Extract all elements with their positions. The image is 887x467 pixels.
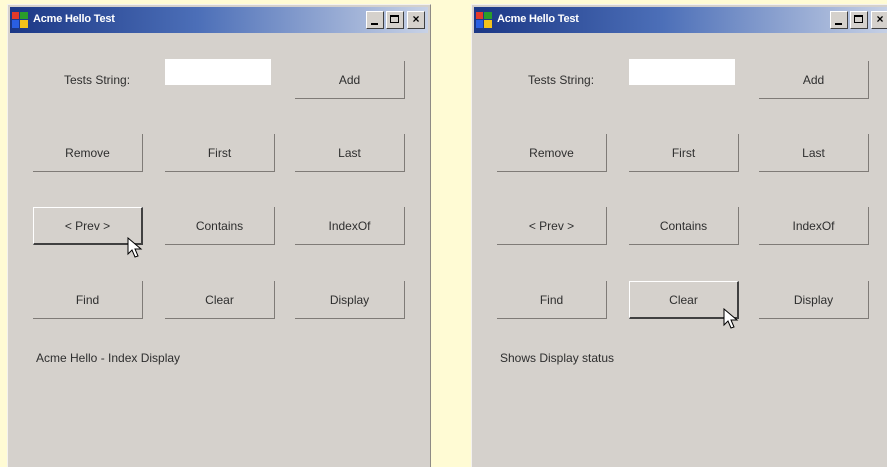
display-button[interactable]: Display [759,281,869,319]
remove-button[interactable]: Remove [33,134,143,172]
remove-button[interactable]: Remove [497,134,607,172]
minimize-button[interactable] [366,11,384,29]
find-button[interactable]: Find [497,281,607,319]
close-button[interactable]: × [407,11,425,29]
find-button[interactable]: Find [33,281,143,319]
first-button[interactable]: First [629,134,739,172]
title-bar[interactable]: Acme Hello Test × [10,7,428,33]
test-string-input[interactable] [629,59,735,85]
app-icon [12,12,28,28]
minimize-button[interactable] [830,11,848,29]
indexof-button[interactable]: IndexOf [759,207,869,245]
close-icon: × [876,12,884,26]
window-title: Acme Hello Test [497,13,579,25]
minimize-icon [371,23,378,25]
add-button[interactable]: Add [295,61,405,99]
display-button[interactable]: Display [295,281,405,319]
maximize-icon [854,15,863,23]
contains-button[interactable]: Contains [165,207,275,245]
close-button[interactable]: × [871,11,887,29]
title-bar[interactable]: Acme Hello Test × [474,7,887,33]
maximize-icon [390,15,399,23]
clear-button[interactable]: Clear [165,281,275,319]
last-button[interactable]: Last [295,134,405,172]
add-button[interactable]: Add [759,61,869,99]
last-button[interactable]: Last [759,134,869,172]
prev-button[interactable]: < Prev > [33,207,143,245]
status-text: Shows Display status [500,351,615,365]
app-window-right: Acme Hello Test × Tests String: Add Remo… [471,4,887,467]
window-title: Acme Hello Test [33,13,115,25]
first-button[interactable]: First [165,134,275,172]
maximize-button[interactable] [386,11,404,29]
status-text: Acme Hello - Index Display [36,351,181,365]
close-icon: × [412,12,420,26]
test-string-label: Tests String: [528,73,595,87]
test-string-label: Tests String: [64,73,131,87]
contains-button[interactable]: Contains [629,207,739,245]
maximize-button[interactable] [850,11,868,29]
app-window-left: Acme Hello Test × Tests String: Add Remo… [7,4,431,467]
app-icon [476,12,492,28]
prev-button[interactable]: < Prev > [497,207,607,245]
clear-button[interactable]: Clear [629,281,739,319]
test-string-input[interactable] [165,59,271,85]
minimize-icon [835,23,842,25]
indexof-button[interactable]: IndexOf [295,207,405,245]
